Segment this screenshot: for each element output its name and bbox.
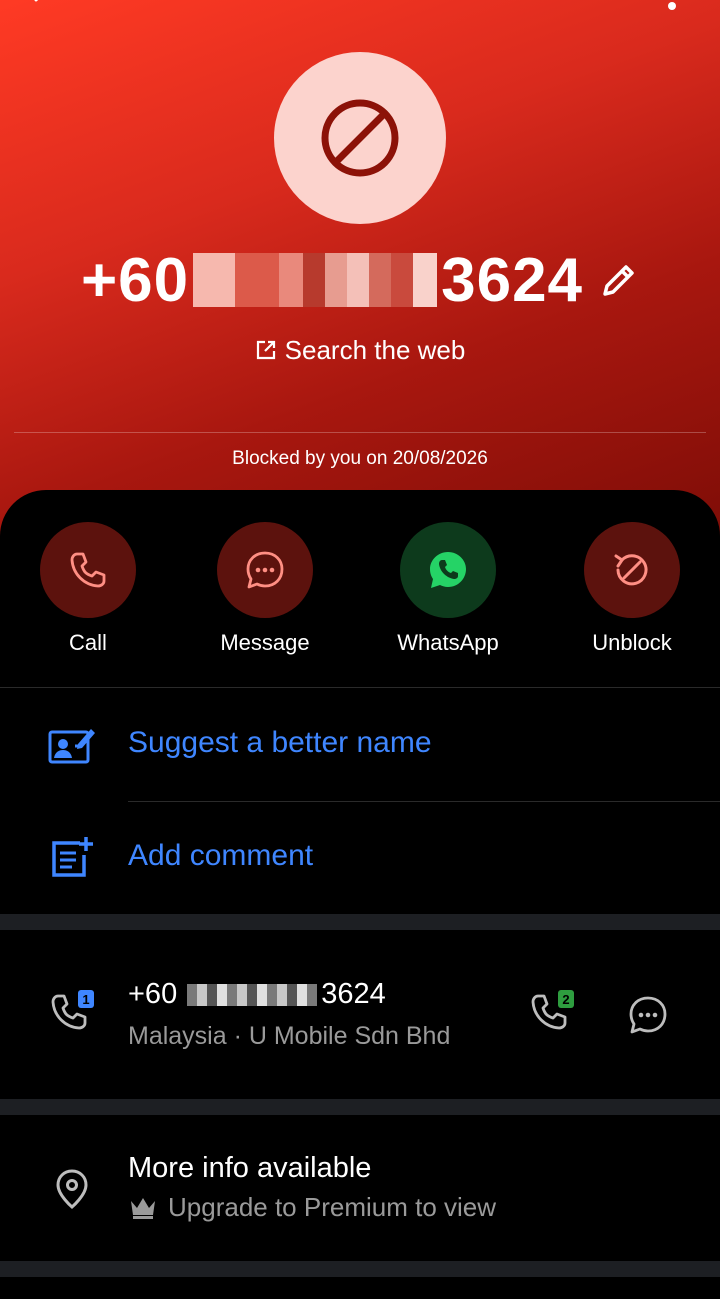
more-info-title: More info available [128,1152,372,1184]
more-info-subtitle: Upgrade to Premium to view [128,1192,496,1223]
actions-divider [0,687,720,688]
phone-entry-redacted [187,983,318,1006]
sim1-call-icon[interactable]: 1 [50,990,96,1036]
add-comment-row[interactable]: Add comment [0,815,720,901]
suggest-name-icon [48,729,95,764]
more-info-row[interactable] [0,1115,720,1261]
back-arrow-icon[interactable] [26,0,56,16]
phone-entry-number: +60 3624 [128,978,386,1011]
message-circle [217,522,313,618]
whatsapp-label: WhatsApp [397,630,499,655]
section-separator [0,914,720,930]
location-pin-icon [56,1169,88,1209]
call-label: Call [69,630,107,655]
message-button[interactable]: Message [175,522,355,656]
crown-icon [131,1197,155,1219]
phone-number-title: +60 3624 [0,240,720,320]
search-web-label: Search the web [284,334,466,365]
phone-entry-row[interactable] [0,930,720,1100]
block-icon [321,99,399,177]
phone-entry-carrier: Malaysia · U Mobile Sdn Bhd [128,1022,451,1050]
external-link-icon [256,340,275,360]
blocked-status: Blocked by you on 20/08/2026 [232,448,488,469]
add-comment-icon [52,837,93,877]
sim2-badge: 2 [562,992,569,1007]
options-divider [128,801,720,802]
section-separator-2 [0,1099,720,1115]
unblock-icon [614,554,648,586]
header-divider [14,432,706,433]
more-options-icon[interactable] [660,0,684,18]
edit-pencil-icon[interactable] [599,260,639,300]
call-circle [40,522,136,618]
section-separator-3 [0,1261,720,1277]
sim2-call-icon[interactable]: 2 [530,990,576,1036]
chat-bubble-icon [246,551,284,589]
whatsapp-button[interactable]: WhatsApp [358,522,538,656]
phone-entry-suffix: 3624 [321,978,386,1010]
unblock-button[interactable]: Unblock [542,522,720,656]
message-icon[interactable] [626,993,670,1037]
more-info-subtitle-text: Upgrade to Premium to view [168,1192,497,1222]
suggest-name-label: Suggest a better name [128,726,432,759]
caller-header: +60 3624 Search the web Blocked by you o… [0,0,720,540]
phone-entry-prefix: +60 [128,978,178,1010]
search-web-link[interactable]: Search the web [0,330,720,370]
number-suffix: 3624 [441,245,584,315]
suggest-name-row[interactable]: Suggest a better name [0,702,720,788]
number-prefix: +60 [80,245,190,315]
call-button[interactable]: Call [0,522,178,656]
redacted-digits [193,253,438,307]
unblock-label: Unblock [592,630,672,655]
blocked-avatar [274,52,446,224]
sim1-badge: 1 [82,992,89,1007]
phone-icon [70,552,106,588]
unblock-circle [584,522,680,618]
add-comment-label: Add comment [128,839,314,872]
whatsapp-circle [400,522,496,618]
message-label: Message [220,630,310,655]
whatsapp-icon [430,552,466,588]
